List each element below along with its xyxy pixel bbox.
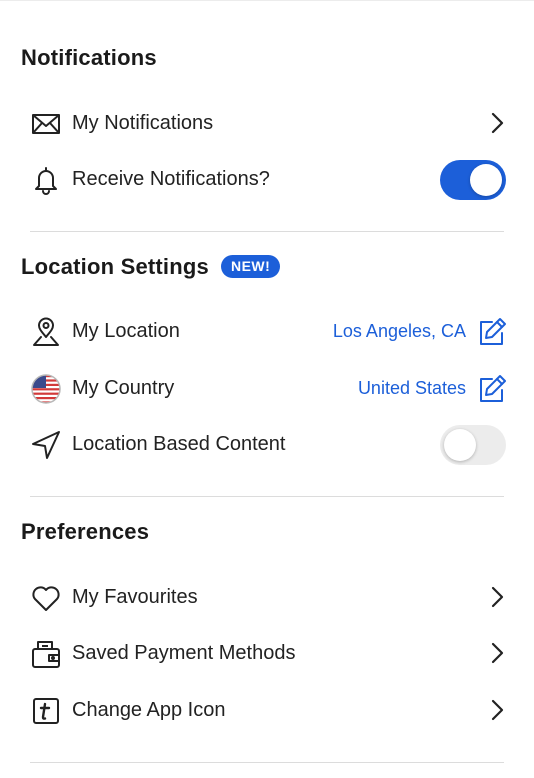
my-location-row[interactable]: My Location Los Angeles, CA [0, 306, 534, 356]
preferences-title-text: Preferences [21, 519, 150, 544]
location-section-title: Location Settings NEW! [21, 254, 281, 280]
location-based-content-label: Location Based Content [72, 433, 286, 455]
my-country-value[interactable]: United States [358, 377, 466, 399]
my-country-row[interactable]: My Country United States [0, 363, 534, 413]
us-flag-icon [30, 373, 62, 405]
my-favourites-row[interactable]: My Favourites [0, 572, 534, 622]
notifications-section-title: Notifications [21, 45, 157, 71]
change-app-icon-row[interactable]: Change App Icon [0, 685, 534, 735]
section-divider [30, 496, 504, 497]
toggle-knob [470, 164, 502, 196]
section-divider [30, 231, 504, 232]
chevron-right-icon [486, 585, 508, 609]
my-notifications-row[interactable]: My Notifications [0, 98, 534, 148]
envelope-icon [30, 108, 62, 140]
notifications-title-text: Notifications [21, 45, 157, 70]
edit-country-icon[interactable] [476, 373, 508, 405]
receive-notifications-label: Receive Notifications? [72, 168, 270, 190]
chevron-right-icon [486, 698, 508, 722]
location-based-content-row: Location Based Content [0, 419, 534, 469]
my-location-label: My Location [72, 320, 180, 342]
my-location-value[interactable]: Los Angeles, CA [333, 320, 466, 342]
edit-location-icon[interactable] [476, 316, 508, 348]
new-badge: NEW! [220, 255, 281, 278]
receive-notifications-row: Receive Notifications? [0, 154, 534, 204]
toggle-knob [444, 429, 476, 461]
heart-icon [30, 582, 62, 614]
my-favourites-label: My Favourites [72, 586, 198, 608]
chevron-right-icon [486, 111, 508, 135]
chevron-right-icon [486, 641, 508, 665]
app-icon-t-icon [30, 695, 62, 727]
location-based-content-toggle[interactable] [440, 425, 506, 465]
change-app-icon-label: Change App Icon [72, 699, 226, 721]
my-notifications-label: My Notifications [72, 112, 214, 134]
preferences-section-title: Preferences [21, 519, 149, 545]
saved-payment-methods-row[interactable]: Saved Payment Methods [0, 628, 534, 678]
bell-icon [30, 164, 62, 196]
top-divider [0, 0, 534, 1]
map-pin-icon [30, 316, 62, 348]
wallet-icon [30, 638, 62, 670]
navigation-arrow-icon [30, 429, 62, 461]
saved-payment-methods-label: Saved Payment Methods [72, 642, 296, 664]
receive-notifications-toggle[interactable] [440, 160, 506, 200]
location-title-text: Location Settings [21, 254, 209, 279]
my-country-label: My Country [72, 377, 175, 399]
section-divider [30, 762, 504, 763]
